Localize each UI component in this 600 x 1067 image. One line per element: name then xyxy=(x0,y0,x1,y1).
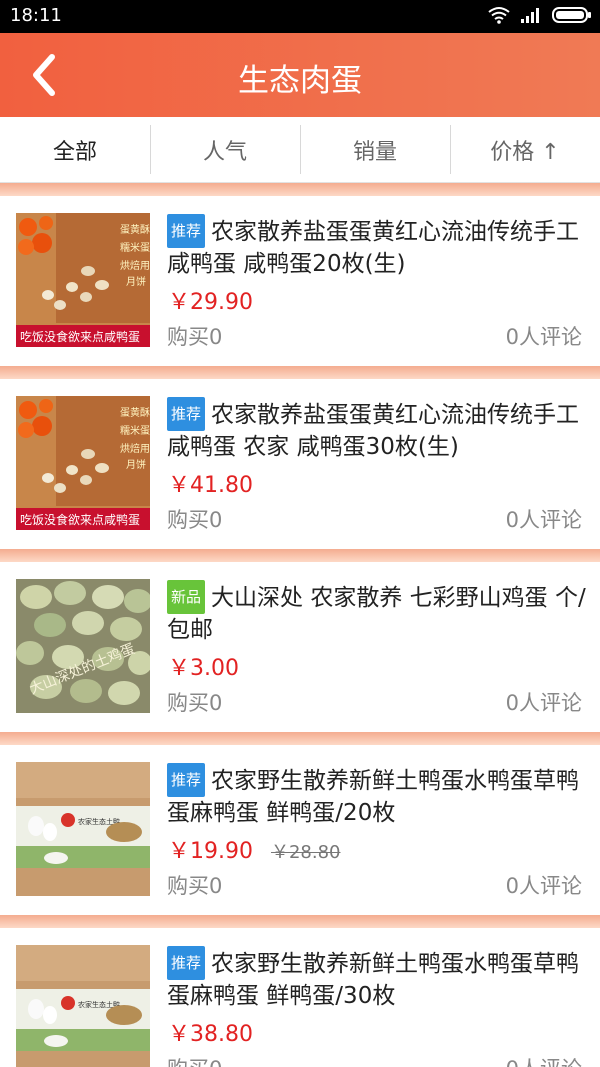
tab-popularity[interactable]: 人气 xyxy=(150,117,300,182)
divider xyxy=(0,732,600,745)
product-price: ￥38.80 xyxy=(168,1022,253,1047)
svg-text:吃饭没食欲来点咸鸭蛋: 吃饭没食欲来点咸鸭蛋 xyxy=(20,329,140,344)
status-icons xyxy=(488,6,592,24)
battery-icon xyxy=(552,7,591,23)
product-image: 农家生态土鸭 xyxy=(16,762,150,896)
status-time: 18:11 xyxy=(10,5,62,26)
product-name: 推荐 农家散养盐蛋蛋黄红心流油传统手工咸鸭蛋 农家 咸鸭蛋30枚(生) xyxy=(167,397,587,463)
product-card[interactable]: 蛋黄酥 糯米蛋 烘焙用 月饼 吃饭没食欲来点咸鸭蛋 推荐 农家散养盐蛋蛋黄红心流油… xyxy=(0,379,600,549)
review-count: 0人评论 xyxy=(506,1053,582,1067)
product-price: ￥19.90 ￥28.80 xyxy=(168,839,341,864)
status-bar: 18:11 xyxy=(0,0,600,33)
product-price: ￥3.00 xyxy=(168,656,239,681)
page-title: 生态肉蛋 xyxy=(238,63,362,99)
tab-sales[interactable]: 销量 xyxy=(300,117,450,182)
thumb-text: 蛋黄酥 xyxy=(120,223,150,236)
svg-text:烘焙用: 烘焙用 xyxy=(120,259,150,272)
purchase-count: 购买0 xyxy=(167,874,223,898)
product-name: 推荐 农家野生散养新鲜土鸭蛋水鸭蛋草鸭蛋麻鸭蛋 鲜鸭蛋/20枚 xyxy=(167,763,587,829)
review-count: 0人评论 xyxy=(505,508,582,532)
purchase-count: 购买0 xyxy=(167,325,223,349)
divider xyxy=(0,549,600,562)
product-image: 蛋黄酥 糯米蛋 烘焙用 月饼 吃饭没食欲来点咸鸭蛋 xyxy=(16,396,150,530)
review-count: 0人评论 xyxy=(505,691,582,715)
product-name: 推荐 农家野生散养新鲜土鸭蛋水鸭蛋草鸭蛋麻鸭蛋 鲜鸭蛋/30枚 xyxy=(167,946,587,1012)
review-count: 0人评论 xyxy=(505,874,582,898)
product-card[interactable]: 农家生态土鸭 推荐 农家野生散养新鲜土鸭蛋水鸭蛋草鸭蛋麻鸭蛋 鲜鸭蛋/30枚 ￥3… xyxy=(0,928,600,1067)
product-card[interactable]: 农家生态土鸭 推荐 农家野生散养新鲜土鸭蛋水鸭蛋草鸭蛋麻鸭蛋 鲜鸭蛋/20枚 ￥1… xyxy=(0,745,600,915)
product-name: 推荐 农家散养盐蛋蛋黄红心流油传统手工咸鸭蛋 咸鸭蛋20枚(生) xyxy=(167,214,587,280)
product-image: 大山深处的土鸡蛋 xyxy=(16,579,150,713)
recommend-badge: 推荐 xyxy=(167,397,206,431)
purchase-count: 购买0 xyxy=(167,1053,222,1067)
sort-tabs: 全部 人气 销量 价格 ↑ xyxy=(0,117,600,183)
product-image: 农家生态土鸭 xyxy=(16,945,150,1067)
recommend-badge: 推荐 xyxy=(167,946,206,980)
recommend-badge: 推荐 xyxy=(167,763,206,797)
product-card[interactable]: 大山深处的土鸡蛋 新品 大山深处 农家散养 七彩野山鸡蛋 个/包邮 ￥3.00 购… xyxy=(0,562,600,732)
purchase-count: 购买0 xyxy=(167,691,223,715)
product-list: 蛋黄酥 糯米蛋 烘焙用 月饼 吃饭没食欲来点咸鸭蛋 推荐 农家散养盐蛋蛋黄红心流油… xyxy=(0,183,600,1067)
review-count: 0人评论 xyxy=(505,325,582,349)
recommend-badge: 推荐 xyxy=(167,214,206,248)
product-card[interactable]: 蛋黄酥 糯米蛋 烘焙用 月饼 吃饭没食欲来点咸鸭蛋 推荐 农家散养盐蛋蛋黄红心流油… xyxy=(0,196,600,366)
signal-icon xyxy=(521,8,539,23)
svg-text:吃饭没食欲来点咸鸭蛋: 吃饭没食欲来点咸鸭蛋 xyxy=(20,512,140,527)
svg-text:蛋黄酥: 蛋黄酥 xyxy=(120,406,150,419)
product-name: 新品 大山深处 农家散养 七彩野山鸡蛋 个/包邮 xyxy=(167,580,587,646)
svg-text:糯米蛋: 糯米蛋 xyxy=(120,424,150,437)
original-price: ￥28.80 xyxy=(270,842,341,863)
app-header: 生态肉蛋 xyxy=(0,33,600,117)
product-image: 蛋黄酥 糯米蛋 烘焙用 月饼 吃饭没食欲来点咸鸭蛋 xyxy=(16,213,150,347)
svg-text:糯米蛋: 糯米蛋 xyxy=(120,241,150,254)
divider xyxy=(0,183,600,196)
svg-text:烘焙用: 烘焙用 xyxy=(120,442,150,455)
product-price: ￥29.90 xyxy=(168,290,253,315)
tab-price[interactable]: 价格 ↑ xyxy=(450,117,600,182)
purchase-count: 购买0 xyxy=(167,508,223,532)
svg-text:月饼: 月饼 xyxy=(126,275,146,288)
svg-text:月饼: 月饼 xyxy=(126,458,146,471)
tab-all[interactable]: 全部 xyxy=(0,117,150,182)
divider xyxy=(0,915,600,928)
new-badge: 新品 xyxy=(167,580,206,614)
product-price: ￥41.80 xyxy=(168,473,253,498)
wifi-icon xyxy=(488,7,510,24)
divider xyxy=(0,366,600,379)
